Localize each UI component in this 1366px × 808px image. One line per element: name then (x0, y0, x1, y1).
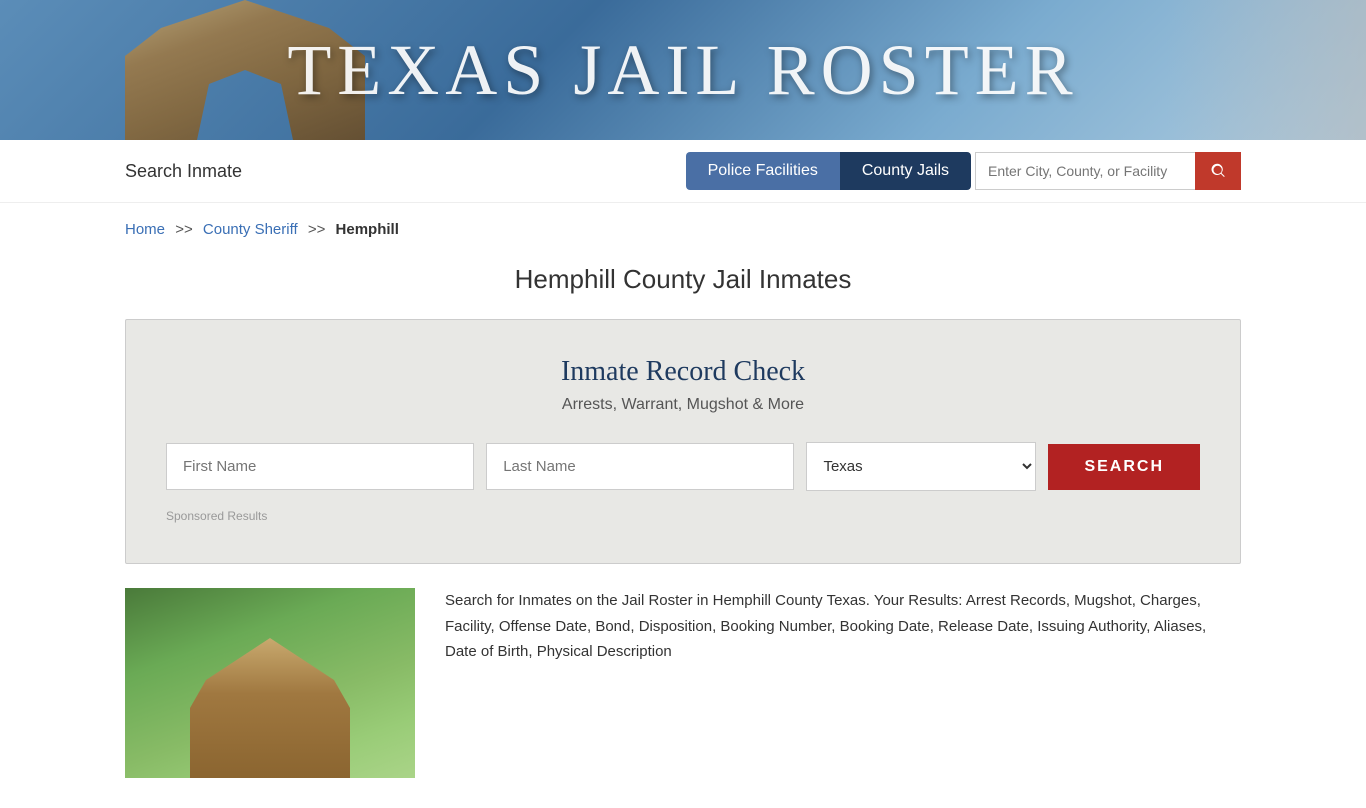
courthouse-building (190, 638, 350, 778)
county-jails-tab[interactable]: County Jails (840, 152, 971, 190)
breadcrumb-separator-1: >> (175, 221, 193, 238)
sponsored-label: Sponsored Results (166, 509, 1200, 523)
last-name-input[interactable] (486, 443, 794, 490)
breadcrumb-county-sheriff[interactable]: County Sheriff (203, 221, 298, 238)
police-facilities-tab[interactable]: Police Facilities (686, 152, 840, 190)
page-title: Hemphill County Jail Inmates (0, 264, 1366, 295)
breadcrumb-separator-2: >> (308, 221, 326, 238)
nav-bar: Search Inmate Police Facilities County J… (0, 140, 1366, 203)
site-title: Texas Jail Roster (287, 29, 1078, 112)
first-name-input[interactable] (166, 443, 474, 490)
record-check-form: AlabamaAlaskaArizonaArkansasCaliforniaCo… (166, 442, 1200, 491)
record-check-title: Inmate Record Check (166, 356, 1200, 388)
facility-search-button[interactable] (1195, 152, 1241, 190)
courthouse-image (125, 588, 415, 778)
record-check-box: Inmate Record Check Arrests, Warrant, Mu… (125, 319, 1241, 564)
bottom-description: Search for Inmates on the Jail Roster in… (445, 588, 1241, 665)
breadcrumb-home[interactable]: Home (125, 221, 165, 238)
breadcrumb-current: Hemphill (336, 221, 399, 238)
keys-image (1166, 0, 1366, 140)
breadcrumb: Home >> County Sheriff >> Hemphill (0, 203, 1366, 248)
search-icon (1209, 162, 1227, 180)
record-check-subtitle: Arrests, Warrant, Mugshot & More (166, 396, 1200, 414)
nav-tabs: Police Facilities County Jails (686, 152, 971, 190)
bottom-section: Search for Inmates on the Jail Roster in… (0, 588, 1366, 808)
facility-search-input[interactable] (975, 152, 1195, 190)
inmate-search-button[interactable]: SEARCH (1048, 444, 1200, 490)
facility-search-wrap (975, 152, 1241, 190)
search-inmate-label: Search Inmate (125, 161, 242, 182)
state-select[interactable]: AlabamaAlaskaArizonaArkansasCaliforniaCo… (806, 442, 1036, 491)
header-banner: Texas Jail Roster (0, 0, 1366, 140)
